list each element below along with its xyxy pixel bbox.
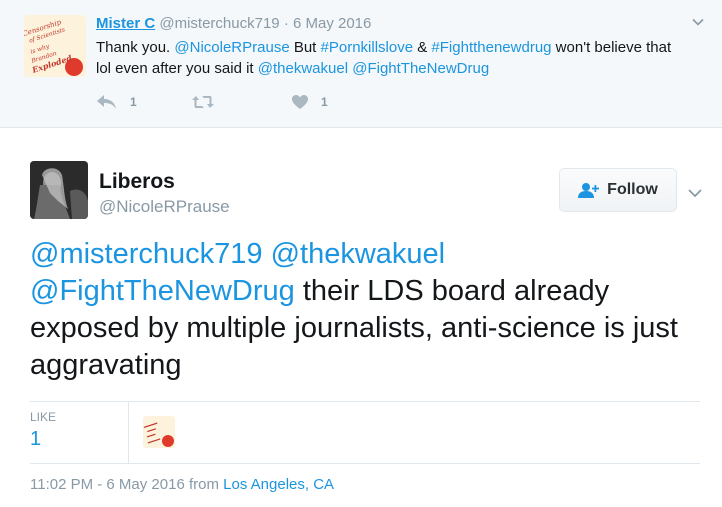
follow-button-label: Follow [607,181,658,198]
tweet-link[interactable]: @FightTheNewDrug [352,60,489,77]
stats-divider [128,402,129,463]
reply-action-like[interactable]: 1 [291,92,328,112]
likes-label: LIKE [30,410,57,424]
tweet-link[interactable]: @thekwakuel [258,60,348,77]
reply-separator: · [283,15,289,32]
tweet-link[interactable]: @FightTheNewDrug [30,275,295,307]
tweet-author-name[interactable]: Liberos [99,170,175,194]
tweet-link[interactable]: #Pornkillslove [321,39,414,56]
reply-action-retweet[interactable] [191,92,227,112]
reply-arrow-icon [97,95,116,109]
reply-text: Thank you. @NicoleRPrause But #Pornkills… [96,37,686,79]
tweet-location-link[interactable]: Los Angeles, CA [223,476,334,493]
tweet-link[interactable]: @NicoleRPrause [174,39,289,56]
tweet-text-segment: But [289,39,321,56]
tweet-text-segment [263,238,271,270]
reply-avatar[interactable]: Censorship of Scientists is why Brandon … [24,15,86,77]
reply-count: 1 [130,95,137,109]
tweet-text: @misterchuck719 @thekwakuel @FightTheNew… [30,236,700,384]
reply-more-chevron-icon[interactable] [690,14,706,30]
add-user-icon [578,183,600,198]
reply-action-reply[interactable]: 1 [96,92,137,112]
heart-icon [292,95,308,109]
tweet-text-segment: & [413,39,432,56]
tweet-link[interactable]: #Fightthenewdrug [431,39,551,56]
tweet-timestamp[interactable]: 11:02 PM - 6 May 2016 [30,476,185,493]
tweet-from-label: from [184,476,224,493]
liker-avatar[interactable] [143,416,175,448]
tweet-author-handle[interactable]: @NicoleRPrause [99,197,230,217]
tweet-text-segment: Thank you. [96,39,175,56]
retweet-icon [192,96,214,108]
tweet-link[interactable]: @misterchuck719 [30,238,263,270]
tweet-author-avatar[interactable] [30,161,88,219]
reply-author-name[interactable]: Mister C [96,15,155,32]
like-count: 1 [321,95,328,109]
likes-count[interactable]: 1 [30,428,41,451]
tweet-stats: LIKE 1 [30,401,700,464]
reply-tweet: Censorship of Scientists is why Brandon … [0,0,722,128]
follow-button[interactable]: Follow [559,168,677,212]
reply-author-handle[interactable]: @misterchuck719 [159,15,279,32]
tweet-footer: 11:02 PM - 6 May 2016 from Los Angeles, … [30,476,334,493]
reply-date[interactable]: 6 May 2016 [293,15,371,32]
tweet-more-chevron-icon[interactable] [686,184,704,202]
tweet-link[interactable]: @thekwakuel [271,238,446,270]
reply-header: Mister C @misterchuck719 · 6 May 2016 [96,15,371,32]
